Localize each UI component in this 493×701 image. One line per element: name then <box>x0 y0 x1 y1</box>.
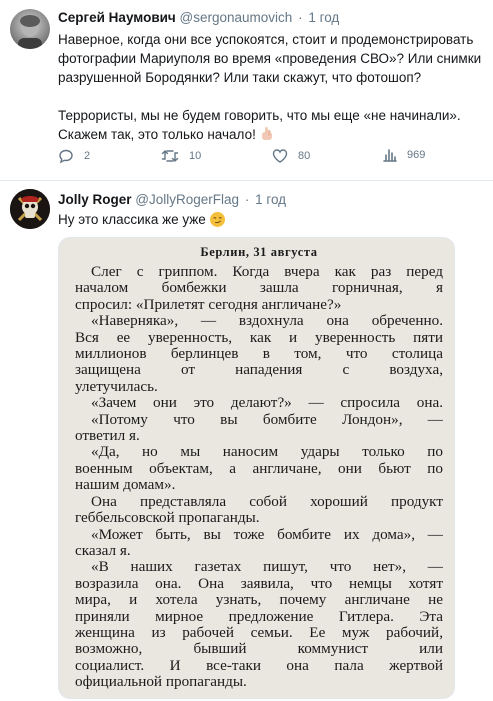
page-line: Она представляла собой хороший продукт <box>91 493 443 510</box>
page-line: улетучилась. <box>75 378 158 395</box>
page-line: Слег с гриппом. Когда вчера как раз пере… <box>91 264 443 280</box>
page-line: «Наверняка», — вздохнула она обреченно. <box>91 313 443 330</box>
page-line: ответил я. <box>75 428 140 445</box>
reply-button[interactable]: 2 <box>58 148 90 164</box>
page-line: защищена от нападения с воздуха, <box>75 362 443 379</box>
tweet-text-line: разрушенной Бородянки? Или таки скажут, … <box>58 70 422 85</box>
tweet-text-line: фотографии Мариуполя во время «проведени… <box>58 51 482 66</box>
page-line: приняли мирное предложение Гитлера. Эта <box>75 608 443 625</box>
heart-icon <box>272 149 288 163</box>
tweet-text-line: Скажем так, это только начало! <box>58 125 483 144</box>
page-line: социалист. И все-таки она пала жертвой <box>75 657 443 674</box>
page-line: «В наших газетах пишут, что нет», — <box>91 559 443 576</box>
avatar[interactable] <box>10 9 50 49</box>
page-line: нашим домам». <box>75 477 176 494</box>
separator-dot: · <box>244 192 250 207</box>
tweet-text-line-content: Скажем так, это только начало! <box>58 127 256 142</box>
tweet-jolly-roger[interactable]: Jolly Roger @JollyRogerFlag · 1 год Ну э… <box>0 181 493 701</box>
page-line: миллионов берлинцев в том, что столица <box>75 346 443 363</box>
page-line: «Может быть, вы тоже бомбите их дома», — <box>91 526 443 543</box>
page-line: женщина из рабочей семьи. Ее муж рабочий… <box>75 624 443 641</box>
page-heading: Берлин, 31 августа <box>200 245 318 259</box>
page-line: возразила она. Она заявила, что немцы хо… <box>75 575 443 592</box>
page-line: военным объектам, а англичане, они бьют … <box>75 460 443 477</box>
retweet-button[interactable]: 10 <box>161 148 201 164</box>
tweet-text-line: Ну это классика же уже <box>58 212 206 227</box>
raised-hand-emoji-icon <box>261 127 272 140</box>
page-line: Вся ее уверенность, как и уверенность пя… <box>75 329 443 346</box>
like-count: 80 <box>298 150 311 162</box>
page-line: геббельсовской пропаганды. <box>75 510 260 527</box>
author-name[interactable]: Jolly Roger <box>58 192 132 207</box>
book-page: Берлин, 31 августа Слег с гриппом. Когда… <box>69 238 449 698</box>
smirking-face-emoji-icon <box>209 212 225 227</box>
page-line: официальной пропаганды. <box>75 674 247 691</box>
page-line: «Потому что вы бомбите Лондон», — <box>91 411 443 428</box>
tweet-actions: 2 10 80 969 <box>58 148 458 168</box>
reply-icon <box>59 149 73 164</box>
bar-chart-icon <box>383 149 397 162</box>
author-handle[interactable]: @JollyRogerFlag <box>135 192 239 207</box>
page-line: «Да, но мы наносим удары только по <box>91 444 443 461</box>
tweet-text-line: Наверное, когда они все успокоятся, стои… <box>58 32 474 47</box>
page-line: сказал я. <box>75 542 131 559</box>
retweet-count: 10 <box>189 150 202 162</box>
page-line: «Зачем они это делают?» — спросила она. <box>91 395 443 412</box>
separator-dot: · <box>298 10 303 25</box>
tweet-text-line: Террористы, мы не будем говорить, что мы… <box>58 108 461 123</box>
tweet-header: Сергей Наумович @sergonaumovich · 1 год <box>58 10 339 25</box>
author-name[interactable]: Сергей Наумович <box>58 10 176 25</box>
page-line: возможно, бывший коммунист или <box>75 641 443 658</box>
book-page-image[interactable]: Берлин, 31 августа Слег с гриппом. Когда… <box>58 237 455 699</box>
like-button[interactable]: 80 <box>272 148 310 164</box>
views-button[interactable]: 969 <box>383 148 425 162</box>
page-line: мира, и хотела узнать, почему англичане … <box>75 592 443 609</box>
tweet-sergey[interactable]: Сергей Наумович @sergonaumovich · 1 год … <box>0 0 493 181</box>
page-line: спросил: «Прилетят сегодня англичане?» <box>75 296 342 313</box>
page-line: началом бомбежки зашла горничная, я <box>75 280 443 297</box>
views-count: 969 <box>407 149 426 161</box>
tweet-header: Jolly Roger @JollyRogerFlag · 1 год <box>58 192 286 207</box>
skull-flag-icon <box>10 189 50 229</box>
tweet-timestamp[interactable]: 1 год <box>308 10 339 25</box>
tweet-timestamp[interactable]: 1 год <box>255 192 286 207</box>
avatar[interactable] <box>10 189 50 229</box>
tweet-text: Наверное, когда они все успокоятся, стои… <box>58 30 483 144</box>
reply-count: 2 <box>84 150 91 162</box>
tweet-text: Ну это классика же уже <box>58 210 483 229</box>
retweet-icon <box>161 150 179 162</box>
avatar-portrait-image <box>18 15 42 49</box>
author-handle[interactable]: @sergonaumovich <box>180 10 293 25</box>
